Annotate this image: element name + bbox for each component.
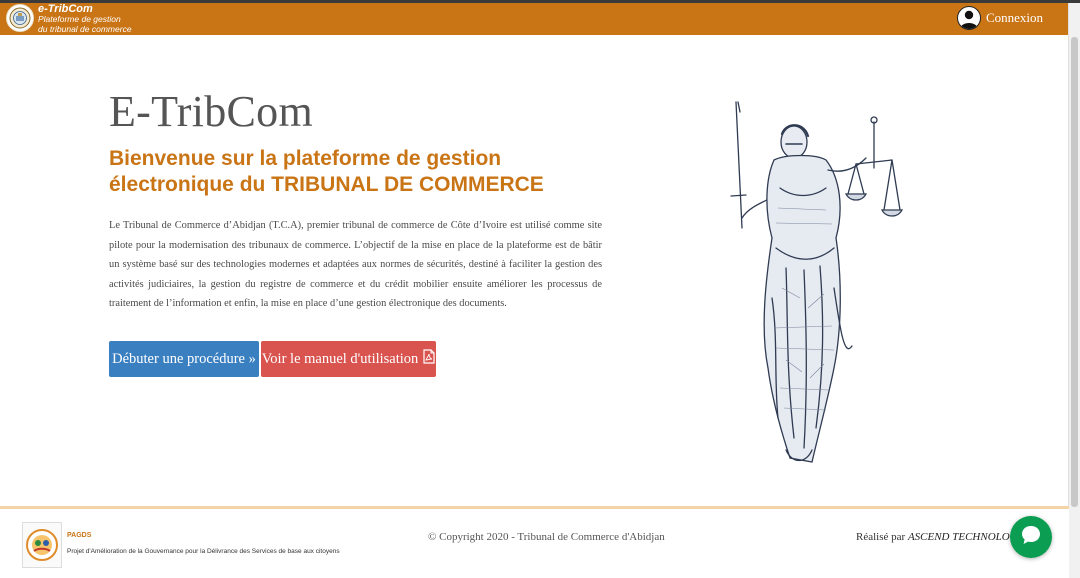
court-seal-icon: [6, 4, 34, 32]
start-procedure-button[interactable]: Débuter une procédure »: [109, 341, 259, 377]
scrollbar-thumb[interactable]: [1071, 37, 1078, 507]
page-scrollbar[interactable]: [1068, 3, 1080, 578]
page-footer: PAGDS Projet d'Amélioration de la Gouver…: [0, 509, 1069, 578]
welcome-heading: Bienvenue sur la plateforme de gestion é…: [109, 147, 544, 196]
login-label: Connexion: [985, 10, 1043, 25]
pagds-description: Projet d'Amélioration de la Gouvernance …: [67, 548, 340, 555]
start-procedure-label: Débuter une procédure »: [112, 350, 256, 367]
pagds-logo: [22, 522, 62, 568]
credits-company[interactable]: ASCEND TECHNOLOGY: [908, 531, 1024, 543]
user-manual-button[interactable]: Voir le manuel d'utilisation: [261, 341, 436, 377]
pdf-file-icon: [423, 349, 435, 369]
pagds-title: PAGDS: [67, 532, 92, 539]
user-manual-label: Voir le manuel d'utilisation: [261, 350, 419, 367]
copyright-text: © Copyright 2020 - Tribunal de Commerce …: [428, 531, 665, 543]
credits-prefix: Réalisé par: [856, 531, 906, 543]
brand-subtitle-line2: du tribunal de commerce: [38, 23, 132, 34]
chat-button[interactable]: [1010, 516, 1052, 558]
brand[interactable]: e-TribCom Plateforme de gestion du tribu…: [6, 4, 132, 34]
hero-title: E-TribCom: [109, 87, 314, 136]
lady-justice-illustration: [716, 98, 912, 468]
credits-text: Réalisé par ASCEND TECHNOLOGY: [856, 531, 1024, 543]
top-navbar: e-TribCom Plateforme de gestion du tribu…: [0, 3, 1069, 35]
intro-paragraph: Le Tribunal de Commerce d’Abidjan (T.C.A…: [109, 220, 602, 309]
login-link[interactable]: Connexion: [956, 6, 1043, 30]
user-avatar-icon: [956, 6, 981, 30]
chat-bubble-icon: [1019, 523, 1043, 552]
brand-text: e-TribCom Plateforme de gestion du tribu…: [38, 4, 132, 34]
